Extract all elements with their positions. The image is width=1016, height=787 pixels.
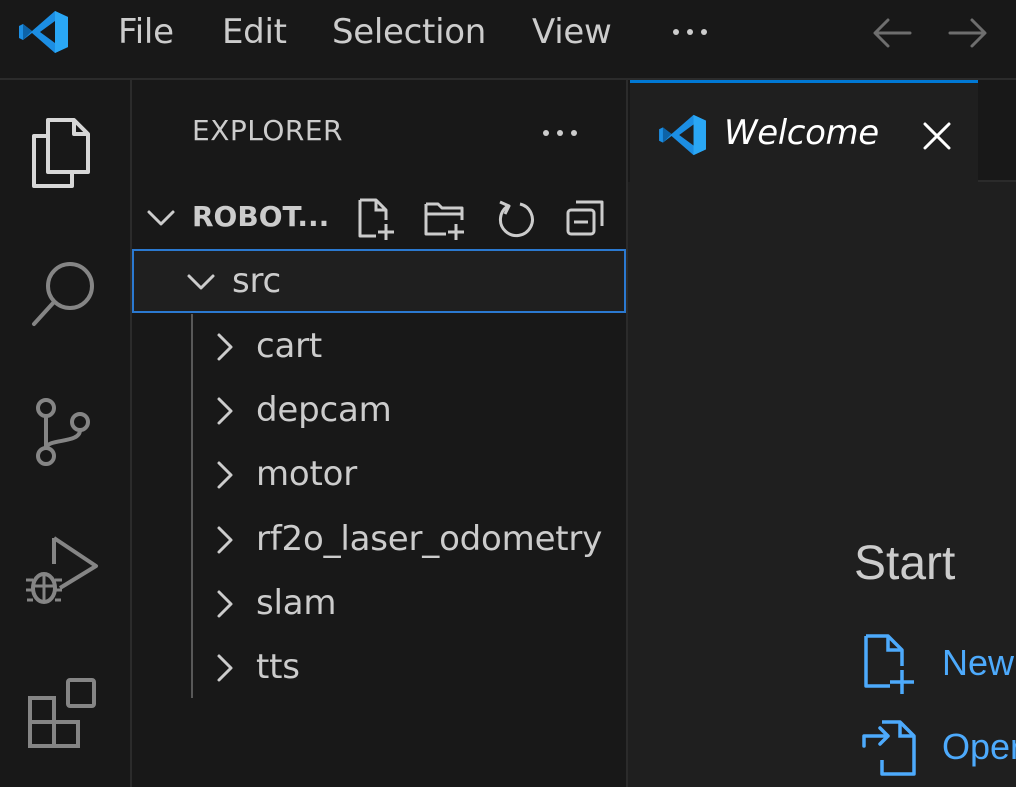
- explorer-files-icon[interactable]: [24, 110, 104, 190]
- tab-welcome[interactable]: Welcome: [630, 80, 978, 182]
- refresh-icon[interactable]: [494, 196, 538, 240]
- start-new-file-label: New: [942, 642, 1015, 683]
- tree-label: rf2o_laser_odometry: [256, 519, 603, 559]
- tree-label: tts: [256, 647, 300, 687]
- activity-bar: [0, 80, 132, 787]
- tree-row-cart[interactable]: cart: [132, 316, 626, 378]
- menu-view[interactable]: View: [532, 10, 612, 54]
- tree-row-rf2o-laser-odometry[interactable]: rf2o_laser_odometry: [132, 509, 626, 571]
- tree-row-depcam[interactable]: depcam: [132, 380, 626, 442]
- editor-area: Welcome Start New Oper: [628, 80, 1016, 787]
- chevron-right-icon: [210, 396, 240, 426]
- new-file-icon[interactable]: [354, 196, 398, 240]
- menu-file[interactable]: File: [118, 10, 174, 54]
- chevron-down-icon: [186, 267, 216, 297]
- chevron-right-icon: [210, 460, 240, 490]
- tree-label: src: [232, 261, 282, 301]
- start-open-file-label: Oper: [942, 726, 1016, 767]
- chevron-right-icon: [210, 525, 240, 555]
- chevron-right-icon: [210, 332, 240, 362]
- tree-row-src[interactable]: src: [132, 249, 626, 313]
- start-heading: Start: [854, 537, 956, 590]
- tab-label: Welcome: [724, 113, 879, 153]
- menu-selection[interactable]: Selection: [332, 10, 486, 54]
- tab-bar-empty: [978, 80, 1016, 182]
- title-bar: File Edit Selection View: [0, 0, 1016, 80]
- workspace-section-header[interactable]: ROBOT...: [132, 192, 626, 244]
- arrow-right-icon[interactable]: [946, 14, 990, 52]
- tree-row-tts[interactable]: tts: [132, 637, 626, 699]
- arrow-left-icon[interactable]: [870, 14, 914, 52]
- chevron-right-icon: [210, 589, 240, 619]
- open-file-icon: [858, 716, 918, 780]
- tree-label: motor: [256, 454, 358, 494]
- run-debug-icon[interactable]: [24, 530, 104, 610]
- tree-label: depcam: [256, 390, 392, 430]
- menu-edit[interactable]: Edit: [222, 10, 287, 54]
- tree-row-motor[interactable]: motor: [132, 444, 626, 506]
- extensions-icon[interactable]: [24, 672, 104, 752]
- vscode-logo-icon: [18, 9, 70, 55]
- source-control-icon[interactable]: [24, 392, 104, 472]
- close-icon[interactable]: [920, 119, 954, 153]
- chevron-right-icon: [210, 653, 240, 683]
- more-actions-icon[interactable]: [538, 118, 582, 148]
- explorer-sidebar: EXPLORER ROBOT... src cart depcam motor …: [132, 80, 628, 787]
- workspace-title: ROBOT...: [192, 200, 330, 233]
- chevron-down-icon: [146, 204, 176, 232]
- new-file-icon: [858, 632, 918, 696]
- new-folder-icon[interactable]: [422, 196, 466, 240]
- start-open-file[interactable]: Oper: [858, 716, 1016, 780]
- tab-bar: Welcome: [628, 80, 1016, 182]
- collapse-all-icon[interactable]: [564, 196, 608, 240]
- tree-row-slam[interactable]: slam: [132, 573, 626, 635]
- more-menu-icon[interactable]: [668, 16, 712, 48]
- search-icon[interactable]: [24, 254, 104, 334]
- start-new-file[interactable]: New: [858, 632, 1016, 696]
- vscode-logo-icon: [658, 113, 708, 157]
- tree-label: slam: [256, 583, 337, 623]
- sidebar-title: EXPLORER: [192, 114, 343, 147]
- tree-label: cart: [256, 326, 323, 366]
